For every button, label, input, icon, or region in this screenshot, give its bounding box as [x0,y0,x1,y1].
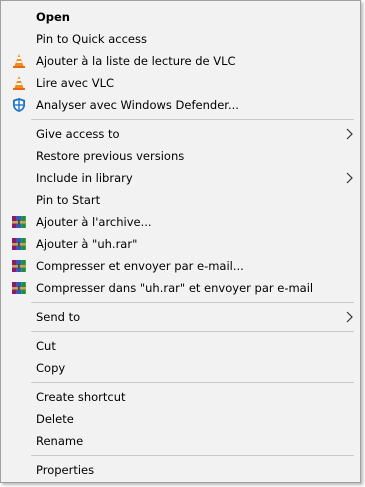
windows-defender-shield-icon [13,98,25,112]
menu-item-label: Give access to [36,127,120,141]
menu-item-pin-to-quick-access[interactable]: Pin to Quick access [2,28,359,50]
menu-item-label: Send to [36,310,81,324]
menu-item-label: Ajouter à l'archive... [36,215,152,229]
menu-item-give-access-to[interactable]: Give access to [2,123,359,145]
vlc-cone-icon [13,54,25,68]
menu-item-winrar-compress-uh-rar-and-email[interactable]: Compresser dans "uh.rar" et envoyer par … [2,277,359,299]
menu-item-winrar-add-to-uh-rar[interactable]: Ajouter à "uh.rar" [2,233,359,255]
menu-item-label: Copy [36,361,66,375]
menu-item-label: Cut [36,339,56,353]
menu-item-label: Create shortcut [36,390,126,404]
menu-item-label: Compresser et envoyer par e-mail... [36,259,244,273]
menu-item-pin-to-start[interactable]: Pin to Start [2,189,359,211]
winrar-books-icon [12,260,26,272]
menu-separator [31,455,354,456]
menu-separator [31,119,354,120]
winrar-books-icon [12,238,26,250]
menu-item-open[interactable]: Open [2,6,359,28]
menu-item-send-to[interactable]: Send to [2,306,359,328]
menu-item-vlc-play[interactable]: Lire avec VLC [2,72,359,94]
menu-item-delete[interactable]: Delete [2,408,359,430]
menu-item-create-shortcut[interactable]: Create shortcut [2,386,359,408]
menu-item-label: Lire avec VLC [36,76,115,90]
menu-item-include-in-library[interactable]: Include in library [2,167,359,189]
menu-item-label: Include in library [36,171,133,185]
menu-item-cut[interactable]: Cut [2,335,359,357]
menu-item-winrar-compress-and-email[interactable]: Compresser et envoyer par e-mail... [2,255,359,277]
menu-separator [31,382,354,383]
menu-item-label: Restore previous versions [36,149,185,163]
menu-item-label: Compresser dans "uh.rar" et envoyer par … [36,281,314,295]
menu-item-winrar-add-to-archive[interactable]: Ajouter à l'archive... [2,211,359,233]
context-menu: Open Pin to Quick access Ajouter à la li… [0,0,361,483]
menu-item-label: Delete [36,412,74,426]
menu-separator [31,331,354,332]
menu-item-rename[interactable]: Rename [2,430,359,452]
menu-item-windows-defender-scan[interactable]: Analyser avec Windows Defender... [2,94,359,116]
menu-item-label: Analyser avec Windows Defender... [36,98,239,112]
chevron-right-icon [346,128,353,140]
menu-item-restore-previous-versions[interactable]: Restore previous versions [2,145,359,167]
menu-item-label: Rename [36,434,84,448]
menu-item-label: Ajouter à "uh.rar" [36,237,138,251]
menu-separator [31,302,354,303]
winrar-books-icon [12,216,26,228]
menu-item-label: Pin to Quick access [36,32,147,46]
chevron-right-icon [346,172,353,184]
menu-item-label: Pin to Start [36,193,101,207]
chevron-right-icon [346,311,353,323]
winrar-books-icon [12,282,26,294]
menu-item-properties[interactable]: Properties [2,459,359,481]
menu-item-label: Ajouter à la liste de lecture de VLC [36,54,236,68]
menu-item-vlc-add-to-playlist[interactable]: Ajouter à la liste de lecture de VLC [2,50,359,72]
menu-item-copy[interactable]: Copy [2,357,359,379]
vlc-cone-icon [13,76,25,90]
menu-item-label: Properties [36,463,95,477]
menu-item-label: Open [36,10,70,24]
